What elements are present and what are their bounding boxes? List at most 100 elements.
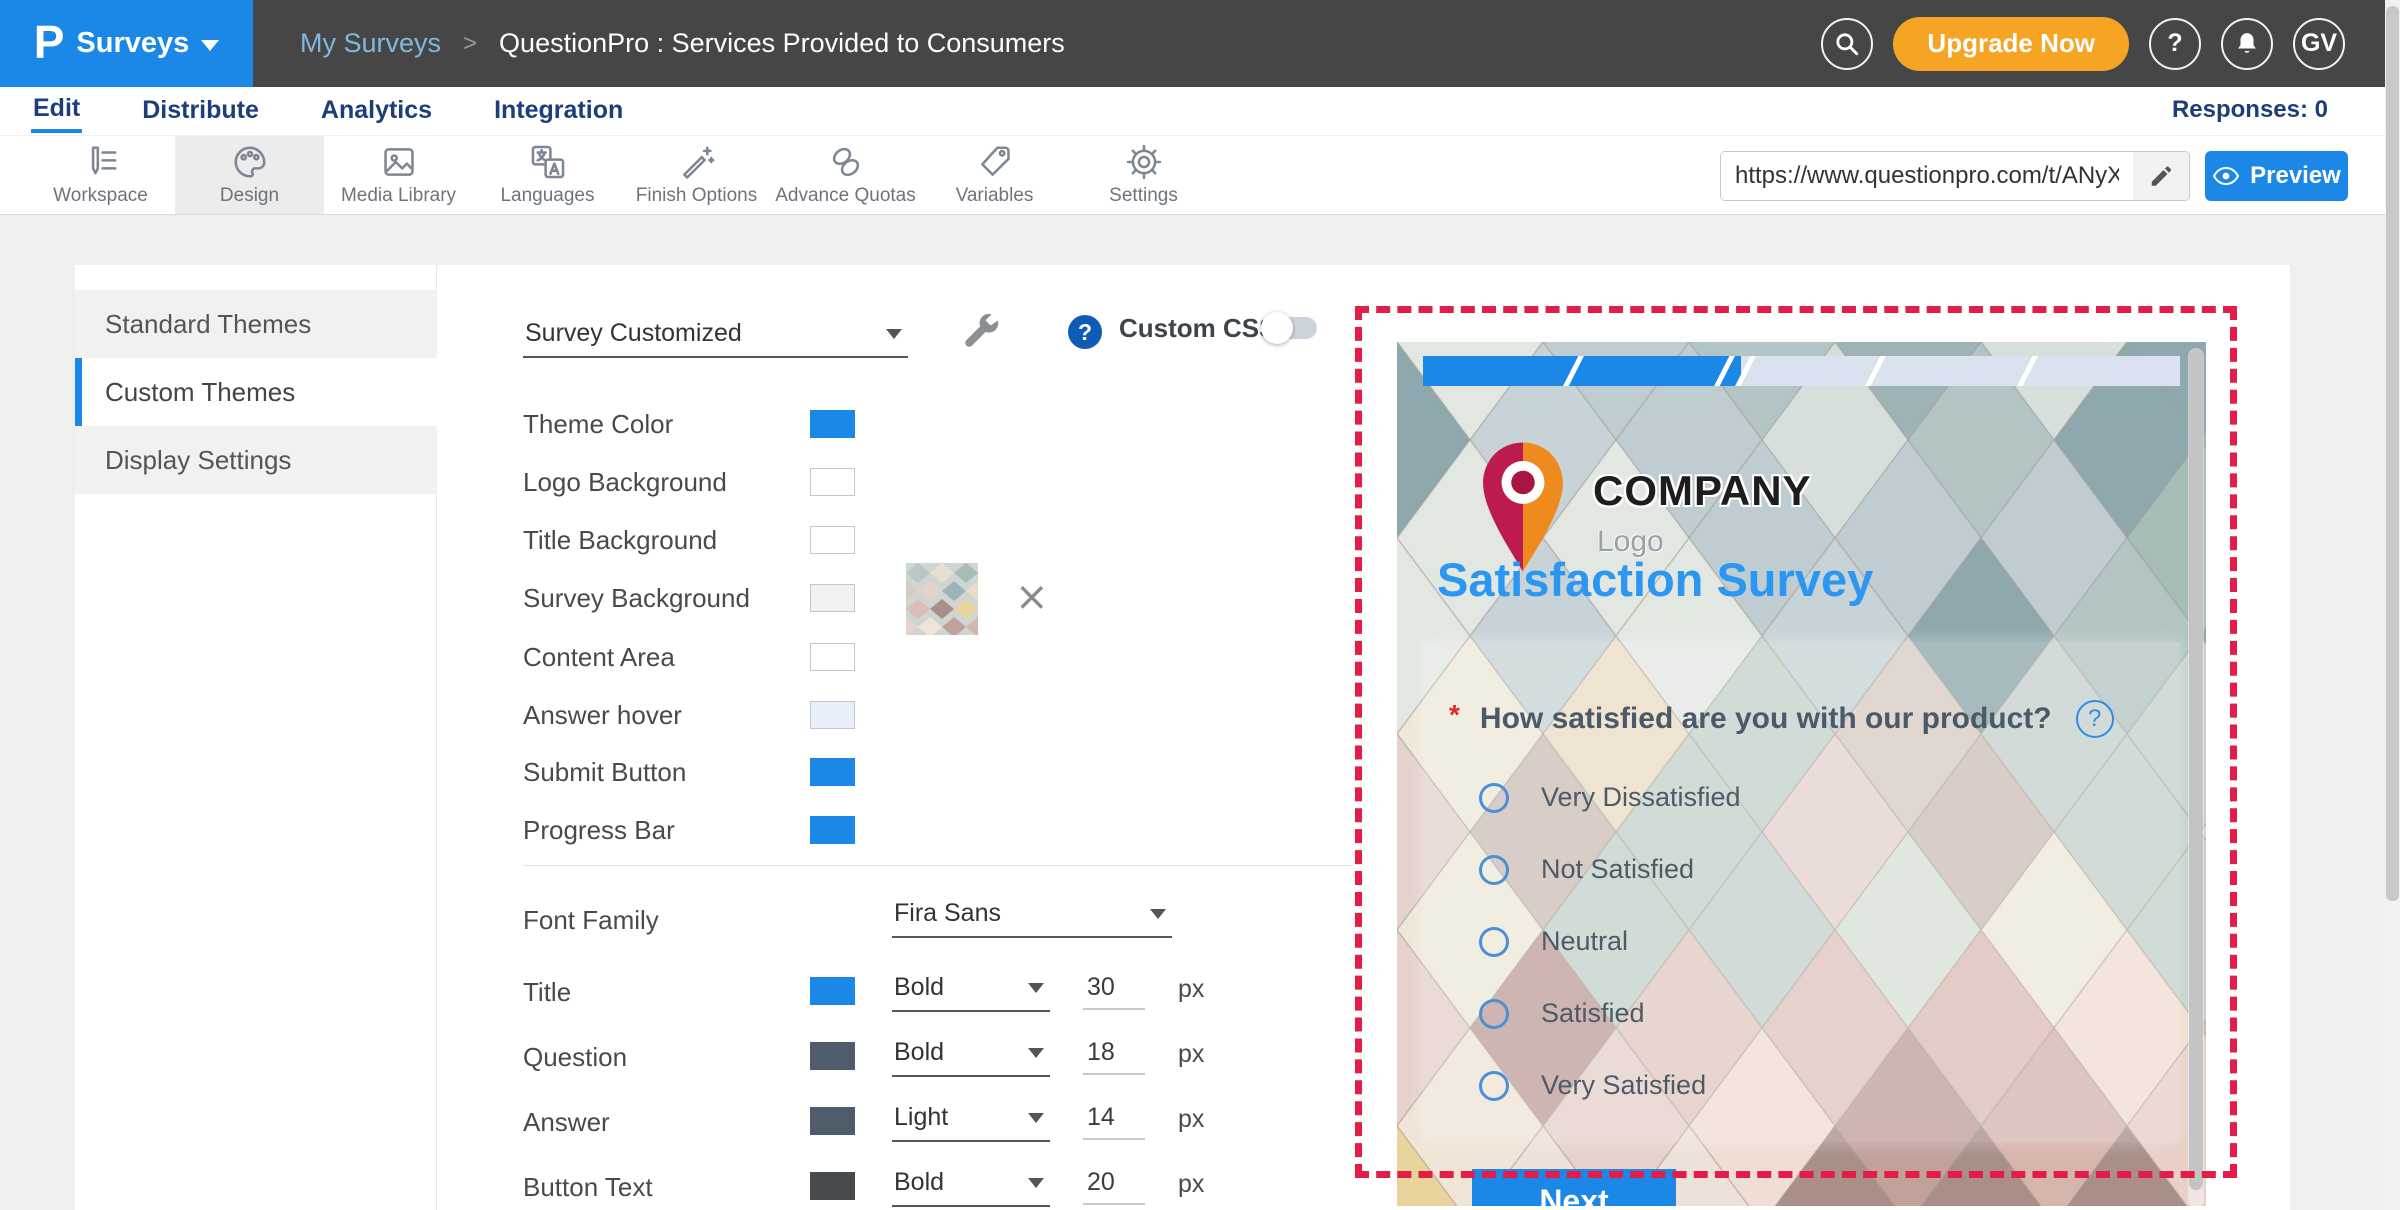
theme-help-icon[interactable]: ?	[1068, 315, 1102, 349]
toolbar-item-media-library[interactable]: Media Library	[324, 136, 473, 214]
color-swatch[interactable]	[810, 816, 855, 844]
chevron-down-icon	[1028, 1048, 1044, 1058]
toggle-knob	[1261, 312, 1293, 344]
palette-icon	[231, 143, 269, 181]
preview-button[interactable]: Preview	[2205, 151, 2348, 201]
survey-preview: COMPANY Logo Satisfaction Survey * How s…	[1393, 338, 2210, 1210]
answer-size-input[interactable]: 14	[1083, 1103, 1145, 1140]
question-size-input[interactable]: 18	[1083, 1038, 1145, 1075]
edit-url-button[interactable]	[2133, 152, 2189, 200]
color-swatch[interactable]	[810, 643, 855, 671]
breadcrumb-separator: >	[463, 30, 477, 58]
option-very-dissatisfied[interactable]: Very Dissatisfied	[1479, 782, 1741, 813]
design-panel: Standard Themes Custom Themes Display Se…	[75, 265, 2290, 1210]
toolbar-item-design[interactable]: Design	[175, 136, 324, 214]
gear-icon	[1125, 143, 1163, 181]
option-very-satisfied[interactable]: Very Satisfied	[1479, 1070, 1706, 1101]
font-color-swatch[interactable]	[810, 1172, 855, 1200]
themes-sidebar: Standard Themes Custom Themes Display Se…	[75, 265, 437, 1210]
remove-background-button[interactable]: ×	[1015, 577, 1049, 617]
upgrade-now-button[interactable]: Upgrade Now	[1893, 17, 2129, 71]
translate-icon	[529, 143, 567, 181]
custom-css-label: Custom CSS	[1119, 313, 1276, 344]
radio-icon[interactable]	[1479, 999, 1509, 1029]
radio-icon[interactable]	[1479, 855, 1509, 885]
topbar: P Surveys My Surveys > QuestionPro : Ser…	[0, 0, 2400, 87]
notifications-button[interactable]	[2221, 18, 2273, 70]
required-asterisk: *	[1449, 699, 1460, 731]
questionpro-logo-icon: P	[34, 15, 65, 69]
toolbar-item-workspace[interactable]: Workspace	[26, 136, 175, 214]
custom-css-toggle[interactable]	[1265, 317, 1317, 339]
brand-label: Surveys	[76, 27, 189, 60]
search-button[interactable]	[1821, 18, 1873, 70]
help-button[interactable]: ?	[2149, 18, 2201, 70]
font-color-swatch[interactable]	[810, 1107, 855, 1135]
divider	[523, 865, 1353, 866]
survey-title: Satisfaction Survey	[1437, 552, 1873, 607]
preview-scrollbar[interactable]	[2188, 348, 2204, 1208]
color-swatch[interactable]	[810, 701, 855, 729]
tab-integration[interactable]: Integration	[492, 92, 625, 131]
breadcrumb-my-surveys[interactable]: My Surveys	[300, 28, 441, 59]
radio-icon[interactable]	[1479, 1071, 1509, 1101]
tab-distribute[interactable]: Distribute	[140, 92, 261, 131]
responses-count[interactable]: Responses: 0	[2172, 96, 2328, 124]
bell-icon	[2234, 31, 2260, 57]
question-help-icon[interactable]: ?	[2076, 700, 2114, 738]
option-neutral[interactable]: Neutral	[1479, 926, 1628, 957]
survey-question: * How satisfied are you with our product…	[1449, 700, 2114, 738]
preview-scrollbar-thumb[interactable]	[2189, 350, 2203, 1190]
button-text-size-input[interactable]: 20	[1083, 1168, 1145, 1205]
toolbar-item-advance-quotas[interactable]: Advance Quotas	[771, 136, 920, 214]
color-swatch[interactable]	[810, 584, 855, 612]
button-text-weight-select[interactable]: Bold	[892, 1164, 1050, 1207]
tab-edit[interactable]: Edit	[31, 90, 82, 133]
title-size-input[interactable]: 30	[1083, 973, 1145, 1010]
avatar[interactable]: GV	[2293, 18, 2345, 70]
question-text: How satisfied are you with our product?	[1480, 702, 2052, 736]
answer-weight-select[interactable]: Light	[892, 1099, 1050, 1142]
thumbnail-image	[906, 563, 978, 635]
color-swatch[interactable]	[810, 526, 855, 554]
page-scrollbar-thumb[interactable]	[2386, 6, 2399, 901]
font-family-label: Font Family	[523, 905, 659, 936]
option-not-satisfied[interactable]: Not Satisfied	[1479, 854, 1694, 885]
survey-background-thumbnail[interactable]	[906, 563, 978, 635]
eye-icon	[2212, 166, 2240, 186]
font-color-swatch[interactable]	[810, 977, 855, 1005]
topbar-actions: Upgrade Now ? GV	[1821, 0, 2345, 87]
toolbar-item-languages[interactable]: Languages	[473, 136, 622, 214]
next-button[interactable]: Next	[1472, 1169, 1676, 1210]
survey-url-group	[1720, 151, 2190, 201]
chevron-down-icon	[886, 329, 902, 339]
page-scrollbar[interactable]	[2385, 0, 2400, 1210]
question-weight-select[interactable]: Bold	[892, 1034, 1050, 1077]
option-satisfied[interactable]: Satisfied	[1479, 998, 1645, 1029]
brand-menu[interactable]: P Surveys	[0, 0, 253, 87]
survey-nav: Edit Distribute Analytics Integration	[0, 87, 2400, 135]
color-swatch[interactable]	[810, 410, 855, 438]
toolbar-item-variables[interactable]: Variables	[920, 136, 1069, 214]
title-weight-select[interactable]: Bold	[892, 969, 1050, 1012]
radio-icon[interactable]	[1479, 783, 1509, 813]
tag-icon	[976, 143, 1014, 181]
breadcrumb: My Surveys > QuestionPro : Services Prov…	[300, 28, 1065, 59]
font-family-select[interactable]: Fira Sans	[892, 895, 1172, 938]
workspace-icon	[82, 143, 120, 181]
sidebar-item-custom-themes[interactable]: Custom Themes	[75, 358, 437, 426]
color-swatch[interactable]	[810, 468, 855, 496]
theme-tools-button[interactable]	[958, 309, 1002, 358]
color-swatch[interactable]	[810, 758, 855, 786]
sidebar-item-standard-themes[interactable]: Standard Themes	[75, 290, 437, 358]
progress-fill	[1423, 356, 1741, 386]
toolbar-item-finish-options[interactable]: Finish Options	[622, 136, 771, 214]
toolbar-item-settings[interactable]: Settings	[1069, 136, 1218, 214]
font-color-swatch[interactable]	[810, 1042, 855, 1070]
design-toolbar: Workspace Design Media Library Languages…	[0, 135, 2400, 215]
tab-analytics[interactable]: Analytics	[319, 92, 434, 131]
theme-select[interactable]: Survey Customized	[523, 315, 908, 358]
radio-icon[interactable]	[1479, 927, 1509, 957]
survey-url-input[interactable]	[1721, 152, 2133, 200]
sidebar-item-display-settings[interactable]: Display Settings	[75, 426, 437, 494]
